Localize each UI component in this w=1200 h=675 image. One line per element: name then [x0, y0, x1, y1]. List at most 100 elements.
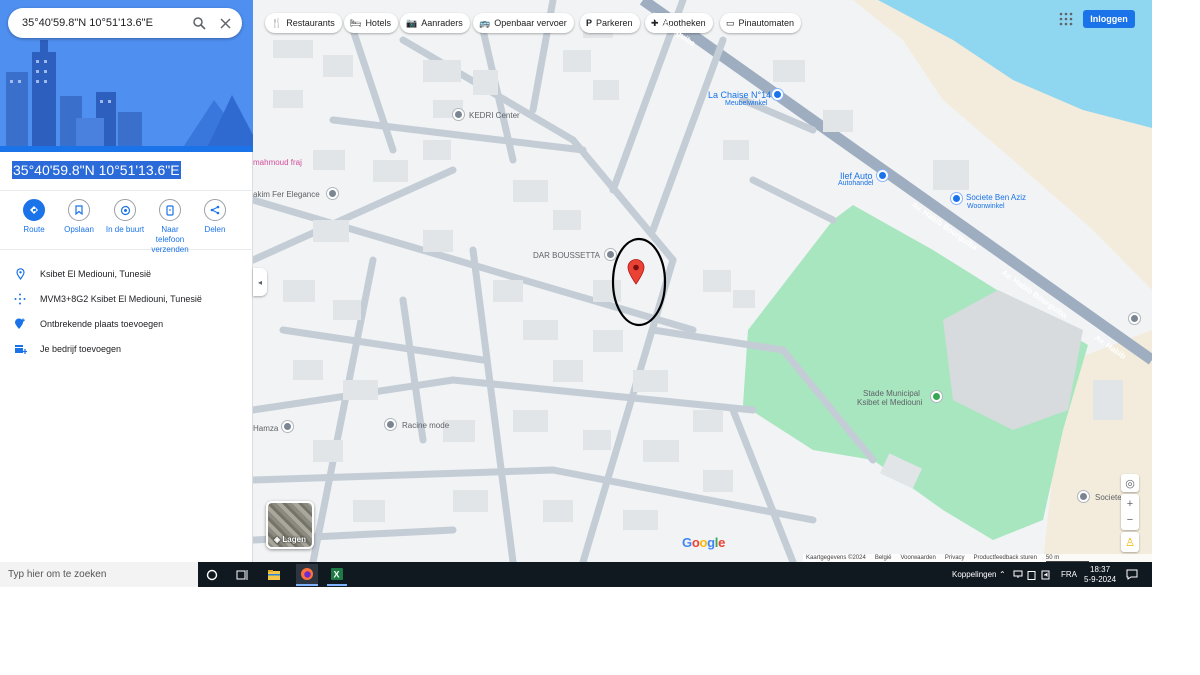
chip-atms-label: Pinautomaten	[738, 18, 795, 28]
atm-icon: ▭	[726, 17, 735, 28]
taskbar-search-input[interactable]: Typ hier om te zoeken	[0, 562, 198, 587]
directions-icon	[23, 199, 45, 221]
send-to-phone-label: Naar telefoon verzenden	[151, 225, 189, 254]
poi-marker-icon[interactable]	[327, 188, 338, 199]
zoom-controls: + −	[1121, 494, 1139, 530]
route-button[interactable]: Route	[11, 199, 57, 235]
links-toolbar[interactable]: Koppelingen	[952, 562, 996, 587]
my-location-button[interactable]: ◎	[1121, 474, 1139, 492]
task-view-icon[interactable]	[233, 566, 251, 584]
poi-hamza-label[interactable]: Hamza	[253, 424, 278, 433]
send-to-phone-button[interactable]: Naar telefoon verzenden	[147, 199, 193, 255]
place-title: 35°40'59.8"N 10°51'13.6"E	[12, 161, 181, 179]
footer-privacy[interactable]: Privacy	[945, 555, 965, 561]
poi-marker-icon[interactable]	[385, 419, 396, 430]
add-business-icon	[0, 343, 40, 355]
place-hero-image: 35°40'59.8"N 10°51'13.6"E	[0, 0, 253, 152]
search-box[interactable]: 35°40'59.8"N 10°51'13.6"E	[8, 8, 242, 38]
info-address-text: Ksibet El Mediouni, Tunesië	[40, 269, 152, 279]
add-place-icon	[0, 318, 40, 330]
share-button[interactable]: Delen	[192, 199, 238, 235]
chip-parking-label: Parkeren	[596, 18, 633, 28]
search-icon[interactable]	[186, 10, 212, 36]
share-label: Delen	[204, 225, 226, 234]
clock[interactable]: 18:37 5-9-2024	[1084, 562, 1116, 587]
bookmark-icon	[68, 199, 90, 221]
chip-atms[interactable]: ▭ Pinautomaten	[720, 13, 802, 33]
nearby-label: In de buurt	[105, 225, 145, 234]
car-dealer-marker-icon[interactable]	[877, 170, 888, 181]
poi-benaziz-label[interactable]: Societe Ben Aziz	[966, 193, 1026, 202]
nearby-button[interactable]: In de buurt	[102, 199, 148, 235]
chip-transit[interactable]: 🚌 Openbaar vervoer	[473, 13, 574, 33]
poi-autohandel-label: Autohandel	[838, 180, 874, 187]
poi-marker-icon[interactable]	[1078, 491, 1089, 502]
chip-hotels[interactable]: 🛏 Hotels	[344, 13, 398, 33]
zoom-in-button[interactable]: +	[1127, 498, 1133, 510]
info-add-place-text: Ontbrekende plaats toevoegen	[40, 319, 164, 329]
file-explorer-icon[interactable]	[265, 566, 283, 584]
info-address[interactable]: Ksibet El Mediouni, Tunesië	[0, 262, 253, 286]
share-icon	[204, 199, 226, 221]
side-panel: 35°40'59.8"N 10°51'13.6"E 35°40'59.8"N 1…	[0, 0, 253, 562]
poi-darboussetta-label[interactable]: DAR BOUSSETTA	[533, 251, 600, 260]
search-input[interactable]: 35°40'59.8"N 10°51'13.6"E	[22, 17, 186, 29]
chip-restaurants-label: Restaurants	[286, 18, 335, 28]
poi-societe2-label[interactable]: Societe	[1095, 493, 1122, 502]
poi-marker-icon[interactable]	[605, 249, 616, 260]
save-button[interactable]: Opslaan	[56, 199, 102, 235]
shopping-marker-icon[interactable]	[772, 89, 783, 100]
footer-scale[interactable]: 50 m	[1045, 555, 1090, 562]
cortana-icon[interactable]	[203, 566, 221, 584]
poi-marker-icon[interactable]	[453, 109, 464, 120]
send-to-phone-icon	[159, 199, 181, 221]
poi-marker-icon[interactable]	[1129, 313, 1140, 324]
zoom-out-button[interactable]: −	[1127, 514, 1133, 526]
camera-icon: 📷	[406, 17, 418, 28]
chip-parking[interactable]: P Parkeren	[580, 13, 640, 33]
info-add-place[interactable]: Ontbrekende plaats toevoegen	[0, 312, 253, 336]
poi-mahmoud-label[interactable]: mahmoud fraj	[253, 158, 302, 167]
footer-feedback[interactable]: Productfeedback sturen	[974, 555, 1037, 561]
login-button[interactable]: Inloggen	[1083, 10, 1135, 28]
chevron-up-icon[interactable]: ⌃	[999, 562, 1006, 587]
poi-marker-icon[interactable]	[282, 421, 293, 432]
network-icon[interactable]	[1013, 562, 1023, 587]
chip-restaurants[interactable]: 🍴 Restaurants	[265, 13, 342, 33]
info-add-business[interactable]: Je bedrijf toevoegen	[0, 337, 253, 361]
action-bar: Route Opslaan In de buurt Naar telefoon …	[0, 190, 253, 254]
firefox-icon[interactable]	[296, 564, 318, 586]
taskbar: Typ hier om te zoeken X Koppelingen ⌃ 🔈︎…	[0, 562, 1152, 587]
pegman-icon[interactable]: ♙	[1121, 532, 1139, 552]
info-plus-code[interactable]: MVM3+8G2 Ksibet El Mediouni, Tunesië	[0, 287, 253, 311]
excel-icon[interactable]: X	[327, 564, 347, 586]
poi-racine-label[interactable]: Racine mode	[402, 421, 449, 430]
poi-woonwinkel-label: Woonwinkel	[967, 203, 1005, 210]
language-indicator[interactable]: FRA	[1061, 562, 1077, 587]
layers-button[interactable]: ◈ Lagen	[266, 501, 314, 549]
footer-copyright: Kaartgegevens ©2024	[806, 555, 866, 561]
parking-icon: P	[586, 18, 593, 28]
poi-kedri-label[interactable]: KEDRI Center	[469, 111, 520, 120]
clipboard-icon[interactable]	[1027, 562, 1036, 587]
stadium-marker-icon[interactable]	[931, 391, 942, 402]
poi-lachaise-label[interactable]: La Chaise N°14	[708, 90, 771, 100]
chip-aanraders[interactable]: 📷 Aanraders	[400, 13, 470, 33]
poi-elegance-label[interactable]: akim Fer Elegance	[253, 190, 320, 199]
chevron-left-icon: ◂	[257, 277, 262, 287]
footer-terms[interactable]: Voorwaarden	[901, 555, 936, 561]
location-pin-icon[interactable]	[627, 259, 645, 285]
map-footer: Kaartgegevens ©2024 België Voorwaarden P…	[803, 554, 1152, 562]
notifications-icon[interactable]	[1126, 562, 1138, 587]
store-marker-icon[interactable]	[951, 193, 962, 204]
map-canvas[interactable]: 🍴 Restaurants 🛏 Hotels 📷 Aanraders 🚌 Openbaa…	[253, 0, 1152, 562]
volume-icon[interactable]: 🔈︎	[1045, 562, 1050, 587]
plus-code-icon	[0, 293, 40, 305]
poi-stade-label[interactable]: Stade Municipal	[863, 389, 920, 398]
collapse-panel-button[interactable]: ◂	[253, 268, 267, 296]
clock-date: 5-9-2024	[1084, 574, 1117, 584]
fork-knife-icon: 🍴	[271, 17, 283, 28]
apps-grid-icon[interactable]	[1059, 12, 1073, 26]
footer-country[interactable]: België	[875, 555, 892, 561]
close-icon[interactable]	[212, 10, 238, 36]
